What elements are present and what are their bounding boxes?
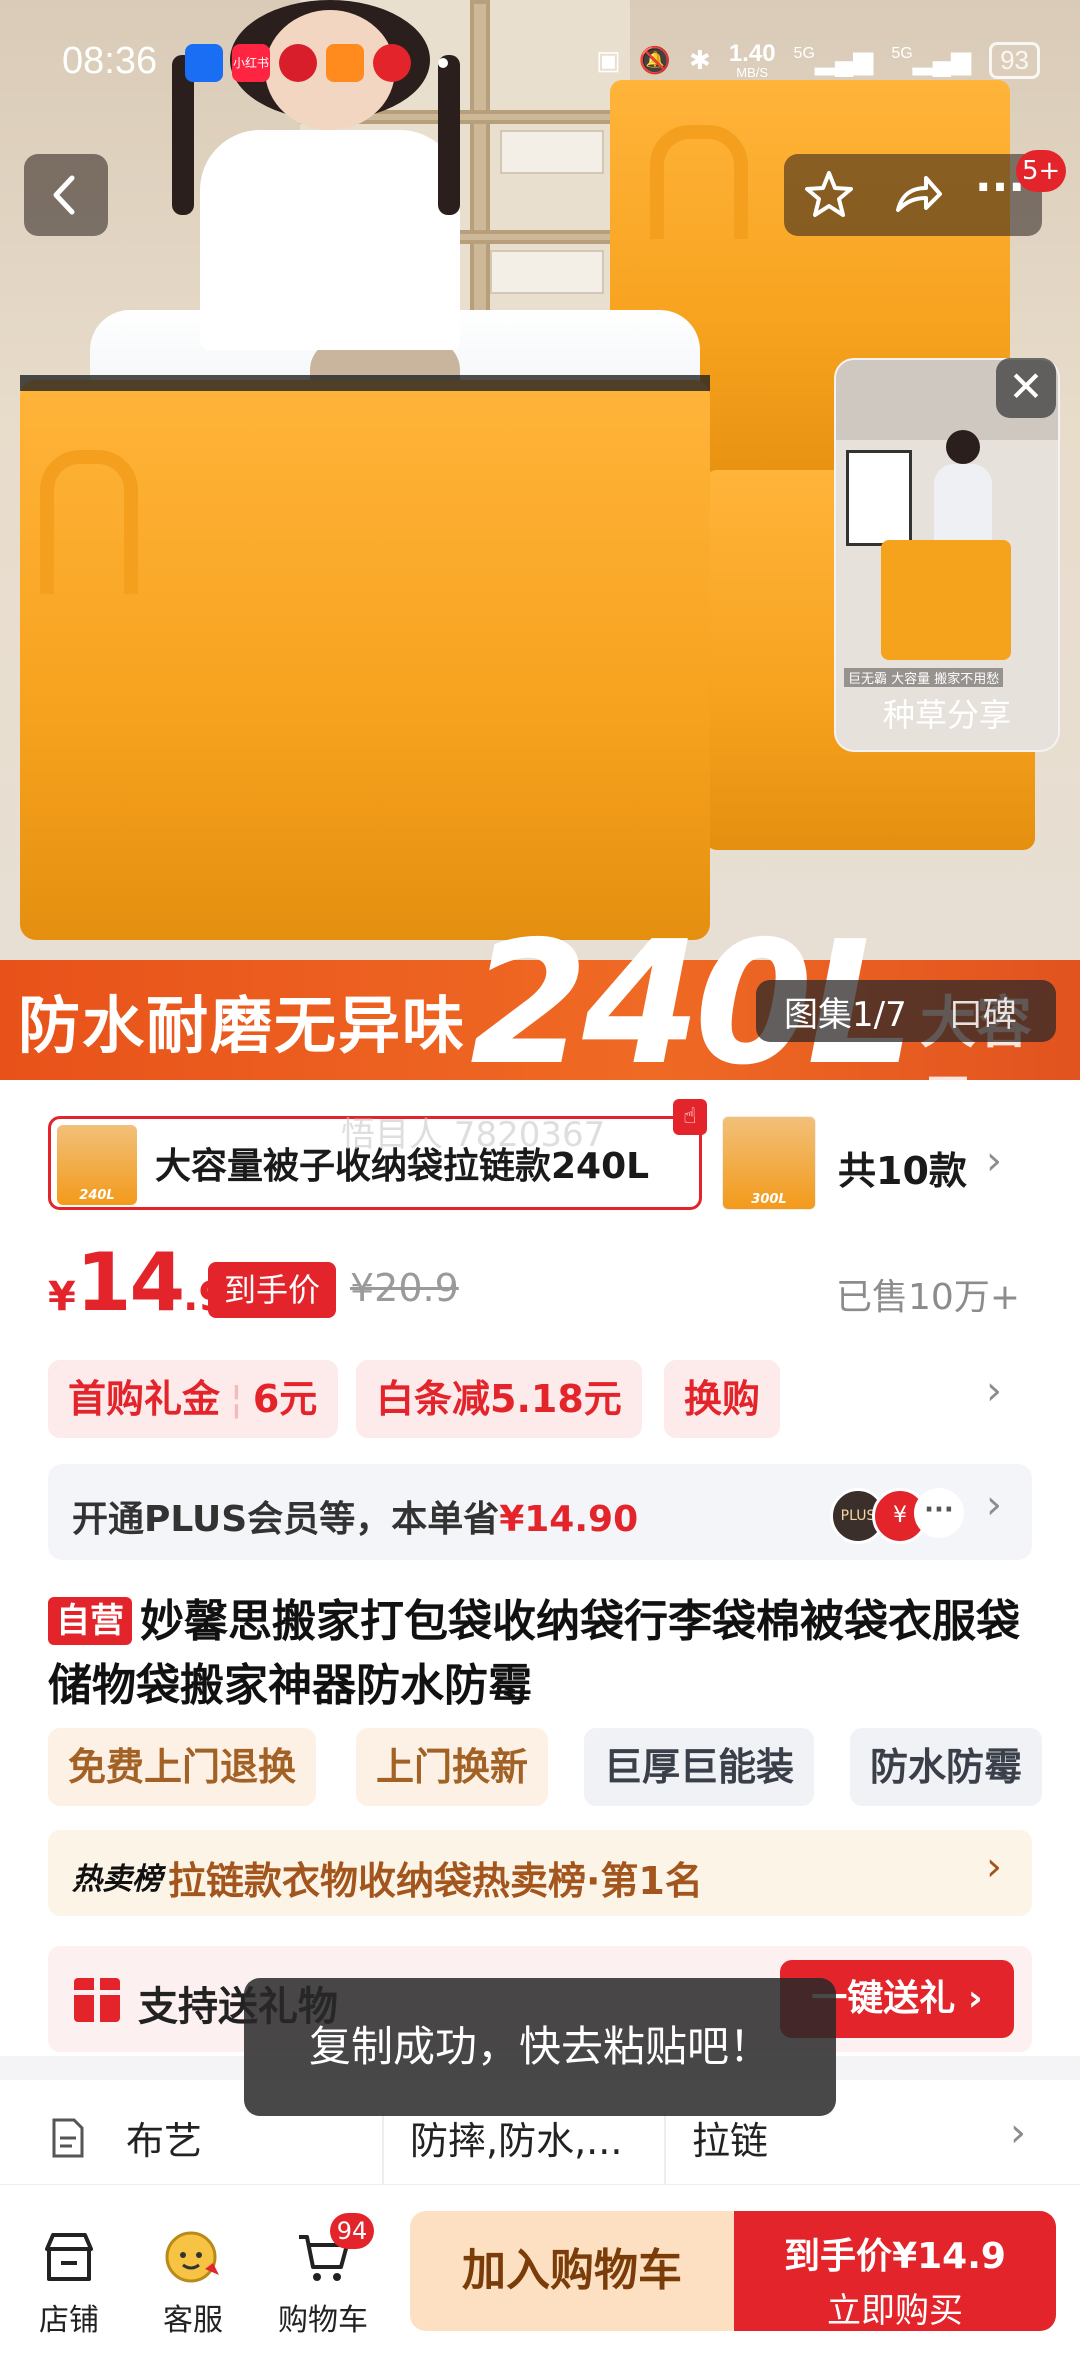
close-icon: ✕	[1008, 362, 1044, 411]
share-icon[interactable]	[888, 166, 946, 224]
price-currency: ¥	[48, 1274, 76, 1320]
final-price-badge: 到手价	[208, 1262, 337, 1318]
spec-chevron-icon: ›	[1010, 2110, 1026, 2156]
spec-name-function: 功能	[410, 2176, 474, 2184]
buy-price: ¥14.9	[892, 2236, 1006, 2277]
original-price: ¥20.9	[350, 1266, 459, 1310]
buy-now-button[interactable]: 到手价¥14.9 立即购买	[734, 2211, 1056, 2331]
feature-thick[interactable]: 巨厚巨能装	[584, 1728, 815, 1806]
video-small-caption: 巨无霸 大容量 搬家不用愁	[844, 668, 1004, 687]
price: ¥14.9	[48, 1236, 226, 1329]
self-operated-tag: 自营	[48, 1597, 132, 1645]
status-indicators: ▣ 🔕 ✱ 1.40 MB/S 5G▂▄▆ 5G▂▄▆ 93	[596, 42, 1040, 79]
network-speed: 1.40	[728, 40, 776, 67]
cart-tab[interactable]: 购物车 94	[268, 2213, 378, 2339]
service-tab[interactable]: 客服	[138, 2225, 248, 2339]
ranking-badge: 热卖榜	[72, 1862, 162, 1897]
watermark: 悟目人 7820367	[341, 1115, 606, 1155]
customer-service-icon	[165, 2231, 219, 2283]
ranking-bar[interactable]: 热卖榜 拉链款衣物收纳袋热卖榜·第1名 ›	[48, 1830, 1032, 1916]
favorite-star-icon[interactable]	[800, 166, 858, 224]
close-video-button[interactable]: ✕	[996, 358, 1056, 418]
coupon-amount: 6元	[252, 1377, 318, 1421]
product-info-panel: 240L 大容量被子收纳袋拉链款240L 悟目人 7820367 ☝ 300L …	[0, 1080, 1080, 2056]
coupon-label: 首购礼金	[68, 1377, 221, 1421]
promo-banner-text: 防水耐磨无异味	[18, 989, 467, 1062]
chevron-right-icon[interactable]: ›	[986, 1138, 1002, 1184]
gallery-label: 图集1/7	[784, 994, 907, 1035]
back-button[interactable]	[24, 154, 108, 236]
buy-now-label: 立即购买	[827, 2291, 963, 2331]
store-label: 店铺	[39, 2303, 99, 2338]
plus-amount: ¥14.90	[499, 1499, 639, 1540]
feature-waterproof[interactable]: 防水防霉	[850, 1728, 1043, 1806]
variant-thumbnail-2[interactable]: 300L	[722, 1116, 816, 1210]
gallery-counter[interactable]: 图集1/7 口碑	[756, 980, 1056, 1042]
first-purchase-coupon[interactable]: 首购礼金 ¦ 6元	[48, 1360, 338, 1438]
copy-success-toast: 复制成功，快去粘贴吧！	[244, 1978, 836, 2116]
mute-icon: 🔕	[638, 45, 672, 75]
signal-icon-2: 5G▂▄▆	[891, 45, 972, 75]
xiaohongshu-icon: 小红书	[232, 44, 270, 82]
variant-thumbnail: 240L	[57, 1125, 137, 1205]
cart-label: 购物车	[278, 2303, 368, 2338]
battery-indicator: 93	[989, 42, 1040, 79]
exchange-purchase[interactable]: 换购	[664, 1360, 781, 1438]
jd-app-icon	[373, 44, 411, 82]
feature-free-return[interactable]: 免费上门退换	[48, 1728, 317, 1806]
spec-value-closure: 拉链	[692, 2119, 769, 2163]
product-title[interactable]: 自营 妙馨思搬家打包袋收纳袋行李袋棉被袋衣服袋储物袋搬家神器防水防霉	[48, 1590, 1038, 1718]
plus-text: 开通PLUS会员等，本单省	[72, 1499, 500, 1540]
hand-icon: ☝	[673, 1099, 707, 1135]
baitiao-discount[interactable]: 白条减5.18元	[356, 1360, 642, 1438]
spec-value-function: 防摔,防水,...	[410, 2119, 623, 2163]
spec-value-material: 布艺	[126, 2119, 203, 2163]
feature-door-replace[interactable]: 上门换新	[356, 1728, 549, 1806]
add-to-cart-button[interactable]: 加入购物车	[410, 2211, 734, 2331]
gallery-extra: 口碑	[948, 994, 1017, 1035]
bottom-action-bar: 店铺 客服 购物车 94 加入购物车 到手价¥14.9 立即购买	[0, 2184, 1080, 2377]
service-label: 客服	[163, 2303, 223, 2338]
promos-chevron-icon[interactable]: ›	[986, 1368, 1002, 1414]
buy-price-label: 到手价	[784, 2236, 893, 2277]
bank-app-icon	[279, 44, 317, 82]
app-notification-icon	[185, 44, 223, 82]
store-icon	[45, 2233, 93, 2281]
store-tab[interactable]: 店铺	[14, 2225, 124, 2339]
product-title-text: 妙馨思搬家打包袋收纳袋行李袋棉被袋衣服袋储物袋搬家神器防水防霉	[48, 1596, 1020, 1711]
back-arrow-icon	[53, 175, 75, 215]
ranking-chevron-icon: ›	[986, 1844, 1002, 1890]
ranking-text: 拉链款衣物收纳袋热卖榜·第1名	[168, 1859, 703, 1903]
cart-count-badge: 94	[330, 2213, 374, 2249]
status-bar: 08:36 小红书 ▣ 🔕 ✱ 1.40 MB/S 5G▂▄▆ 5G▂▄▆ 93	[0, 0, 1080, 120]
spec-name-closure: 封口方式	[692, 2176, 820, 2184]
document-icon	[52, 2118, 84, 2158]
signal-icon: 5G▂▄▆	[793, 45, 874, 75]
more-notifications-dot	[438, 58, 448, 68]
plus-savings-bar[interactable]: 开通PLUS会员等，本单省¥14.90 PLUS ¥ ··· ›	[48, 1464, 1032, 1560]
network-unit: MB/S	[736, 65, 769, 80]
status-time: 08:36	[62, 40, 158, 82]
selected-variant[interactable]: 240L 大容量被子收纳袋拉链款240L 悟目人 7820367 ☝	[48, 1099, 707, 1210]
spec-name-material: 材质	[126, 2176, 190, 2184]
nfc-icon: ▣	[596, 45, 621, 75]
video-caption: 种草分享	[882, 696, 1011, 734]
sold-count: 已售10万+	[836, 1277, 1020, 1318]
plus-chevron-icon: ›	[986, 1482, 1002, 1528]
gift-icon	[74, 1978, 120, 2022]
top-actions: ···	[784, 154, 1042, 236]
bluetooth-icon: ✱	[689, 45, 711, 75]
shopping-app-icon	[326, 44, 364, 82]
notification-badge: 5+	[1016, 150, 1067, 192]
variant-count[interactable]: 共10款	[838, 1140, 967, 1195]
price-integer: 14	[75, 1236, 185, 1329]
more-benefits-icon: ···	[914, 1488, 964, 1538]
